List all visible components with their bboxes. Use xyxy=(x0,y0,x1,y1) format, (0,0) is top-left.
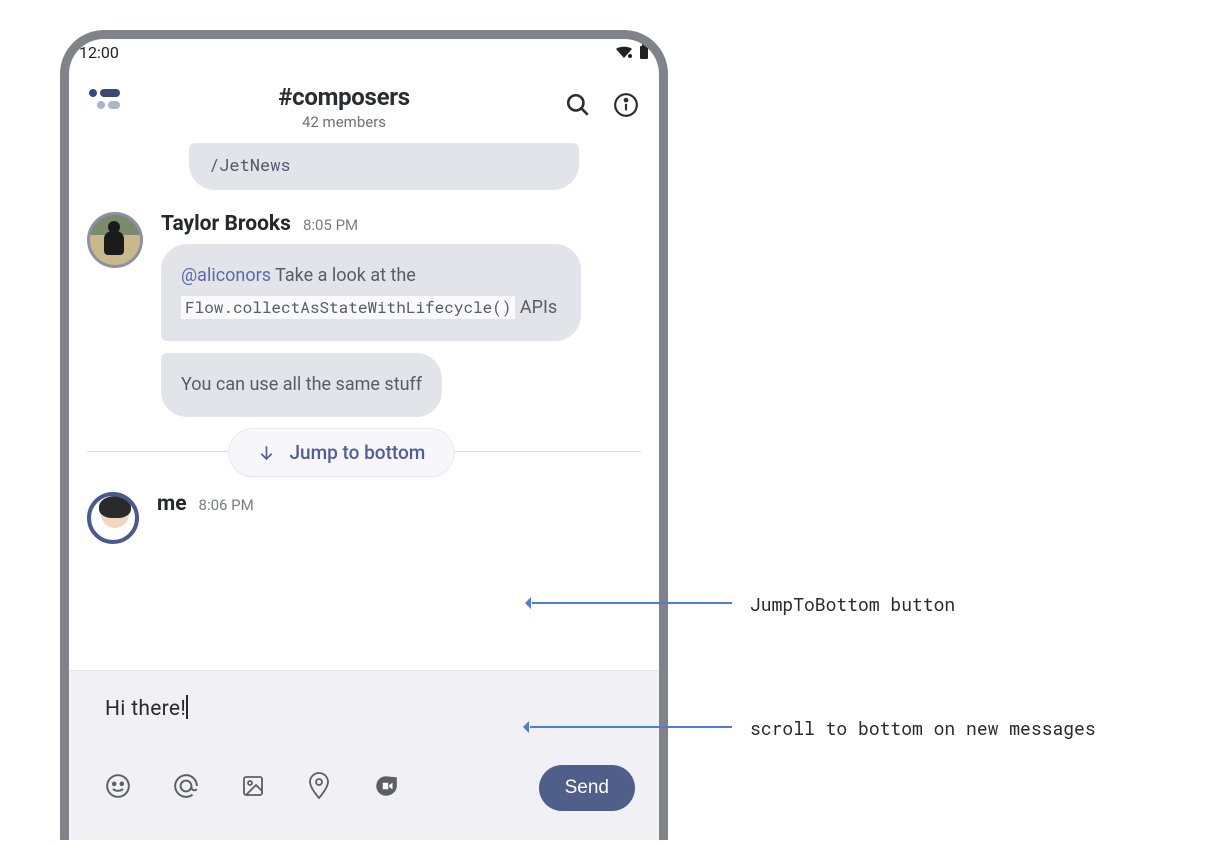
top-bar: #composers 42 members xyxy=(69,65,659,141)
avatar[interactable] xyxy=(87,212,143,268)
message-bubble: /JetNews xyxy=(189,143,579,190)
annotation-arrow xyxy=(530,726,732,728)
send-button[interactable]: Send xyxy=(539,765,635,811)
composer: Hi there! Send xyxy=(69,670,659,840)
inline-code: Flow.collectAsStateWithLifecycle() xyxy=(181,296,515,319)
message-bubble: You can use all the same stuff xyxy=(161,353,442,417)
message-bubble: @aliconors Take a look at the Flow.colle… xyxy=(161,244,581,341)
message-time: 8:05 PM xyxy=(303,216,358,234)
image-icon[interactable] xyxy=(241,774,265,802)
annotation-label: JumpToBottom button xyxy=(750,592,955,616)
emoji-icon[interactable] xyxy=(105,773,131,803)
app-logo-icon[interactable] xyxy=(89,89,125,125)
duo-icon[interactable] xyxy=(373,773,399,803)
phone-frame: 12:00 #composers 42 members /JetNews xyxy=(60,30,668,840)
message-time: 8:06 PM xyxy=(199,496,254,514)
avatar[interactable] xyxy=(87,492,139,544)
author-name[interactable]: me xyxy=(157,492,187,516)
battery-icon xyxy=(639,44,649,60)
annotation-label: scroll to bottom on new messages xyxy=(750,716,1096,740)
status-bar: 12:00 xyxy=(69,39,659,65)
status-icons xyxy=(615,44,649,60)
author-name[interactable]: Taylor Brooks xyxy=(161,212,291,236)
wifi-icon xyxy=(615,45,633,59)
location-icon[interactable] xyxy=(307,772,331,804)
mention[interactable]: @aliconors xyxy=(181,265,271,286)
message-row: Taylor Brooks 8:05 PM @aliconors Take a … xyxy=(87,212,641,429)
mention-icon[interactable] xyxy=(173,773,199,803)
info-icon[interactable] xyxy=(613,92,639,122)
channel-members: 42 members xyxy=(139,113,549,131)
arrow-down-icon xyxy=(257,444,275,462)
message-row: me 8:06 PM xyxy=(87,492,641,544)
text-cursor xyxy=(186,695,188,719)
compose-field[interactable]: Hi there! xyxy=(105,695,635,721)
compose-text[interactable]: Hi there! xyxy=(105,697,186,721)
divider: Jump to bottom xyxy=(87,451,641,452)
jump-to-bottom-button[interactable]: Jump to bottom xyxy=(228,428,454,477)
annotation-arrow xyxy=(532,602,732,604)
search-icon[interactable] xyxy=(565,92,591,122)
channel-title[interactable]: #composers xyxy=(139,83,549,111)
messages-list[interactable]: /JetNews Taylor Brooks 8:05 PM @aliconor… xyxy=(69,141,659,681)
status-time: 12:00 xyxy=(79,43,119,62)
jump-label: Jump to bottom xyxy=(289,441,425,464)
